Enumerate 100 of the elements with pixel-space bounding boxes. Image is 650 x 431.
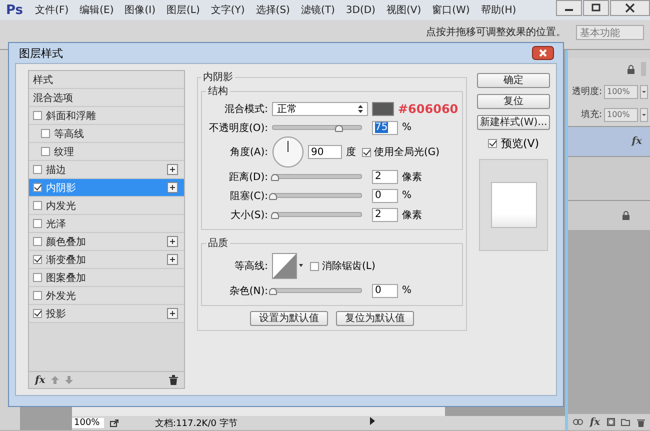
opacity-field[interactable]: 100% [604, 84, 638, 98]
checkbox[interactable] [488, 139, 497, 148]
slider-thumb[interactable] [269, 193, 277, 200]
add-icon[interactable] [167, 164, 178, 175]
reset-button[interactable]: 复位 [477, 94, 550, 109]
menu-item[interactable]: 选择(S) [256, 3, 290, 17]
trash-icon[interactable] [636, 418, 645, 426]
style-list-item[interactable]: 内发光 [29, 197, 184, 215]
style-list-item[interactable]: 投影 [29, 305, 184, 323]
checkbox[interactable] [33, 219, 42, 228]
folder-icon[interactable] [621, 418, 630, 426]
slider-thumb[interactable] [270, 174, 279, 181]
style-list-item[interactable]: 描边 [29, 161, 184, 179]
style-list-item[interactable]: 外发光 [29, 287, 184, 305]
checkbox-label: 使用全局光(G) [374, 146, 440, 159]
checkbox[interactable] [33, 291, 42, 300]
contour-picker[interactable] [272, 253, 304, 279]
link-icon[interactable] [573, 419, 584, 425]
field-label: 透明度: [572, 86, 602, 98]
fill-field[interactable]: 100% [604, 108, 638, 122]
maximize-icon[interactable] [583, 0, 609, 16]
section-title: 内阴影 [202, 70, 234, 84]
style-list-item[interactable]: 斜面和浮雕 [29, 107, 184, 125]
style-list-item[interactable]: 光泽 [29, 215, 184, 233]
checkbox[interactable] [33, 165, 42, 174]
input-field[interactable]: 90 [308, 145, 342, 159]
checkbox[interactable] [362, 148, 371, 156]
fx-button[interactable]: fx [590, 416, 600, 428]
new-style-button[interactable]: 新建样式(W)... [477, 115, 550, 130]
menu-item[interactable]: 窗口(W) [432, 3, 470, 17]
field-label: 不透明度(O): [208, 122, 268, 134]
angle-dial[interactable] [272, 136, 304, 168]
checkbox[interactable] [41, 147, 50, 156]
menu-item[interactable]: 帮助(H) [480, 3, 516, 17]
style-list-item[interactable]: 纹理 [29, 143, 184, 161]
unit-label: % [402, 190, 412, 201]
field-label: 距离(D): [228, 170, 268, 184]
export-icon[interactable] [110, 419, 119, 427]
slider-thumb[interactable] [270, 212, 279, 219]
caret-icon[interactable] [640, 84, 648, 98]
input-field[interactable]: 0 [372, 284, 398, 298]
menu-item[interactable]: 视图(V) [386, 3, 422, 17]
checkbox[interactable] [41, 129, 50, 138]
menu-item[interactable]: 编辑(E) [80, 3, 114, 17]
menu-item[interactable]: 图层(L) [166, 3, 200, 17]
menu-item[interactable]: 3D(D) [346, 4, 376, 16]
style-list-item[interactable]: 颜色叠加 [29, 233, 184, 251]
style-list-item[interactable]: 等高线 [29, 125, 184, 143]
color-swatch[interactable] [372, 102, 394, 116]
unit-label: % [402, 122, 412, 133]
close-icon[interactable] [532, 46, 554, 60]
add-icon[interactable] [167, 236, 178, 247]
document-info: 文档:117.2K/0 字节 [155, 418, 238, 430]
blend-mode-dropdown[interactable]: 正常 [272, 102, 368, 116]
slider-thumb[interactable] [269, 288, 277, 295]
input-field[interactable]: 75 [372, 120, 398, 134]
lock-icon[interactable] [627, 64, 635, 74]
caret-icon[interactable] [640, 108, 648, 122]
checkbox[interactable] [33, 273, 42, 282]
input-field[interactable]: 0 [372, 188, 398, 202]
menu-item[interactable]: 文件(F) [35, 3, 69, 17]
ok-button[interactable]: 确定 [477, 73, 550, 88]
default-button[interactable]: 设置为默认值 [250, 311, 328, 326]
fx-button[interactable]: fx [35, 374, 46, 386]
checkbox[interactable] [33, 309, 42, 318]
input-field[interactable]: 2 [372, 208, 398, 222]
unit-label: % [402, 285, 412, 296]
style-list-item[interactable]: 样式 [29, 71, 184, 89]
menu-item[interactable]: 图像(I) [124, 3, 156, 17]
default-button[interactable]: 复位为默认值 [336, 311, 414, 326]
checkbox[interactable] [33, 183, 42, 192]
checkbox[interactable] [310, 262, 319, 270]
add-icon[interactable] [167, 308, 178, 319]
checkbox[interactable] [33, 201, 42, 210]
menu-item[interactable]: 文字(Y) [210, 3, 245, 17]
field-label: 大小(S): [229, 208, 268, 222]
slider-thumb[interactable] [335, 125, 343, 132]
field-label: 杂色(N): [228, 284, 268, 298]
hint-text: 点按并拖移可调整效果的位置。 [426, 26, 566, 39]
minimize-icon[interactable] [556, 0, 582, 16]
app-logo: Ps [6, 2, 24, 18]
layer-row[interactable]: fx [568, 126, 650, 156]
close-icon[interactable] [610, 0, 650, 16]
style-list-item[interactable]: 混合选项 [29, 89, 184, 107]
checkbox[interactable] [33, 255, 42, 264]
trash-icon[interactable] [169, 375, 178, 385]
add-icon[interactable] [167, 182, 178, 193]
checkbox[interactable] [33, 237, 42, 246]
lock-icon [622, 211, 630, 220]
add-icon[interactable] [167, 254, 178, 265]
mask-icon[interactable] [606, 418, 615, 426]
field-label: 混合模式: [224, 102, 268, 116]
menu-item[interactable]: 滤镜(T) [300, 3, 335, 17]
style-list-item[interactable]: 渐变叠加 [29, 251, 184, 269]
workspace-dropdown[interactable]: 基本功能 [576, 25, 644, 40]
play-icon[interactable] [370, 416, 375, 424]
checkbox[interactable] [33, 111, 42, 120]
input-field[interactable]: 2 [372, 170, 398, 184]
zoom-field[interactable]: 100% [72, 418, 104, 428]
style-list-item[interactable]: 图案叠加 [29, 269, 184, 287]
